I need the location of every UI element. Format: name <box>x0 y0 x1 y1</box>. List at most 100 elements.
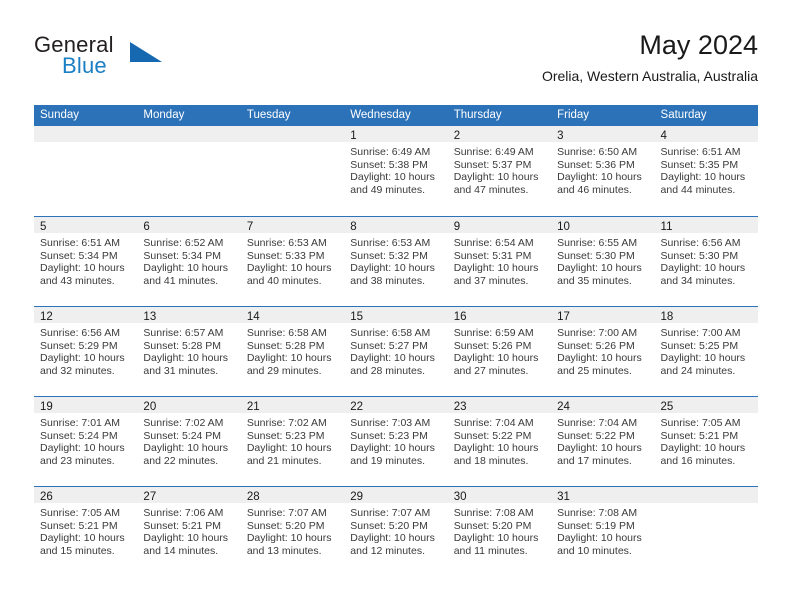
calendar-day-cell[interactable]: 26 Sunrise: 7:05 AM Sunset: 5:21 PM Dayligh… <box>34 487 138 576</box>
calendar-day-cell[interactable]: 29 Sunrise: 7:07 AM Sunset: 5:20 PM Dayligh… <box>344 487 448 576</box>
day-info: Sunrise: 6:49 AM Sunset: 5:37 PM Daylight:… <box>448 142 551 196</box>
weekday-header-sunday: Sunday <box>40 109 80 121</box>
calendar-weeks: 1 Sunrise: 6:49 AM Sunset: 5:38 PM Daylight… <box>34 126 758 576</box>
daylight-text: Daylight: 10 hours and 34 minutes. <box>660 262 746 287</box>
daylight-text: Daylight: 10 hours and 14 minutes. <box>143 532 229 557</box>
daylight-text: Daylight: 10 hours and 16 minutes. <box>660 442 746 467</box>
calendar-day-cell[interactable]: 22 Sunrise: 7:03 AM Sunset: 5:23 PM Dayligh… <box>344 397 448 486</box>
calendar-day-cell[interactable]: 15 Sunrise: 6:58 AM Sunset: 5:27 PM Dayligh… <box>344 307 448 396</box>
day-number: 29 <box>350 491 364 503</box>
day-info: Sunrise: 7:05 AM Sunset: 5:21 PM Daylight:… <box>655 413 758 467</box>
sunset-text: Sunset: 5:21 PM <box>40 519 118 532</box>
brand-logo[interactable]: General Blue <box>34 32 254 88</box>
calendar-day-cell[interactable]: 8 Sunrise: 6:53 AM Sunset: 5:32 PM Daylight… <box>344 217 448 306</box>
calendar-day-cell-empty <box>34 126 138 216</box>
calendar-day-cell[interactable]: 13 Sunrise: 6:57 AM Sunset: 5:28 PM Dayligh… <box>137 307 241 396</box>
sunset-text: Sunset: 5:33 PM <box>246 249 325 262</box>
sunset-text: Sunset: 5:19 PM <box>557 519 635 532</box>
day-info: Sunrise: 7:08 AM Sunset: 5:19 PM Daylight:… <box>551 503 654 557</box>
day-number: 27 <box>143 491 157 503</box>
day-number-band: 15 <box>344 307 448 323</box>
day-number: 24 <box>557 401 570 413</box>
daylight-text: Daylight: 10 hours and 38 minutes. <box>350 262 435 287</box>
day-number-band: 24 <box>551 397 655 413</box>
day-number-band: 19 <box>34 397 138 413</box>
day-number-band <box>654 487 758 503</box>
day-number-band: 23 <box>447 397 552 413</box>
day-number: 9 <box>453 221 461 233</box>
day-info: Sunrise: 6:59 AM Sunset: 5:26 PM Daylight:… <box>448 323 551 377</box>
sunrise-text: Sunrise: 7:08 AM <box>453 507 534 519</box>
calendar-day-cell[interactable]: 20 Sunrise: 7:02 AM Sunset: 5:24 PM Dayligh… <box>137 397 241 486</box>
title-block: May 2024 Orelia, Western Australia, Aust… <box>542 28 758 85</box>
day-number-band: 13 <box>137 307 241 323</box>
day-info: Sunrise: 6:51 AM Sunset: 5:34 PM Daylight:… <box>34 233 137 287</box>
calendar-day-cell[interactable]: 11 Sunrise: 6:56 AM Sunset: 5:30 PM Dayligh… <box>654 217 758 306</box>
day-info: Sunrise: 6:55 AM Sunset: 5:30 PM Daylight:… <box>551 233 654 287</box>
calendar-day-cell[interactable]: 25 Sunrise: 7:05 AM Sunset: 5:21 PM Dayligh… <box>654 397 758 486</box>
sunset-text: Sunset: 5:21 PM <box>143 519 222 532</box>
calendar-day-cell[interactable]: 19 Sunrise: 7:01 AM Sunset: 5:24 PM Dayligh… <box>34 397 138 486</box>
sunrise-text: Sunrise: 6:49 AM <box>453 146 534 158</box>
weekday-header-thursday: Thursday <box>453 109 502 121</box>
day-number: 5 <box>40 221 47 233</box>
sunset-text: Sunset: 5:23 PM <box>246 429 325 442</box>
day-number-band <box>240 126 345 142</box>
sunset-text: Sunset: 5:37 PM <box>453 158 532 171</box>
sunrise-text: Sunrise: 7:07 AM <box>350 507 431 519</box>
calendar-day-cell[interactable]: 17 Sunrise: 7:00 AM Sunset: 5:26 PM Dayligh… <box>551 307 655 396</box>
day-info: Sunrise: 7:01 AM Sunset: 5:24 PM Daylight:… <box>34 413 137 467</box>
calendar-day-cell[interactable]: 6 Sunrise: 6:52 AM Sunset: 5:34 PM Daylight… <box>137 217 241 306</box>
daylight-text: Daylight: 10 hours and 40 minutes. <box>246 262 332 287</box>
calendar-day-cell[interactable]: 12 Sunrise: 6:56 AM Sunset: 5:29 PM Dayligh… <box>34 307 138 396</box>
calendar-day-cell[interactable]: 24 Sunrise: 7:04 AM Sunset: 5:22 PM Dayligh… <box>551 397 655 486</box>
calendar-day-cell[interactable]: 21 Sunrise: 7:02 AM Sunset: 5:23 PM Dayligh… <box>240 397 345 486</box>
calendar-day-cell[interactable]: 18 Sunrise: 7:00 AM Sunset: 5:25 PM Dayligh… <box>654 307 758 396</box>
calendar-day-cell[interactable]: 30 Sunrise: 7:08 AM Sunset: 5:20 PM Dayligh… <box>447 487 552 576</box>
sunrise-text: Sunrise: 6:49 AM <box>350 146 431 158</box>
day-number-band: 4 <box>654 126 758 142</box>
day-number-band: 28 <box>240 487 345 503</box>
day-info: Sunrise: 6:49 AM Sunset: 5:38 PM Daylight:… <box>344 142 447 196</box>
day-info: Sunrise: 7:03 AM Sunset: 5:23 PM Daylight:… <box>344 413 447 467</box>
brand-name-blue: Blue <box>62 53 107 78</box>
day-number: 1 <box>350 130 357 142</box>
calendar-day-cell[interactable]: 16 Sunrise: 6:59 AM Sunset: 5:26 PM Dayligh… <box>447 307 552 396</box>
calendar-day-cell[interactable]: 7 Sunrise: 6:53 AM Sunset: 5:33 PM Daylight… <box>240 217 345 306</box>
calendar-day-cell[interactable]: 2 Sunrise: 6:49 AM Sunset: 5:37 PM Daylight… <box>447 126 552 216</box>
day-number: 23 <box>453 401 467 413</box>
day-number: 12 <box>40 311 53 323</box>
calendar-day-cell[interactable]: 28 Sunrise: 7:07 AM Sunset: 5:20 PM Dayligh… <box>240 487 345 576</box>
calendar-day-cell-empty <box>137 126 241 216</box>
daylight-text: Daylight: 10 hours and 28 minutes. <box>350 352 435 377</box>
daylight-text: Daylight: 10 hours and 12 minutes. <box>350 532 435 557</box>
calendar-day-cell[interactable]: 4 Sunrise: 6:51 AM Sunset: 5:35 PM Daylight… <box>654 126 758 216</box>
calendar-day-cell[interactable]: 14 Sunrise: 6:58 AM Sunset: 5:28 PM Dayligh… <box>240 307 345 396</box>
day-info: Sunrise: 6:58 AM Sunset: 5:27 PM Daylight:… <box>344 323 447 377</box>
daylight-text: Daylight: 10 hours and 24 minutes. <box>660 352 746 377</box>
daylight-text: Daylight: 10 hours and 41 minutes. <box>143 262 229 287</box>
sunset-text: Sunset: 5:29 PM <box>40 339 118 352</box>
daylight-text: Daylight: 10 hours and 13 minutes. <box>246 532 332 557</box>
day-number-band: 5 <box>34 217 138 233</box>
day-number-band: 31 <box>551 487 655 503</box>
calendar-day-cell[interactable]: 5 Sunrise: 6:51 AM Sunset: 5:34 PM Daylight… <box>34 217 138 306</box>
weekday-header-tuesday: Tuesday <box>246 109 291 121</box>
calendar-day-cell[interactable]: 31 Sunrise: 7:08 AM Sunset: 5:19 PM Dayligh… <box>551 487 655 576</box>
calendar-day-cell[interactable]: 10 Sunrise: 6:55 AM Sunset: 5:30 PM Dayligh… <box>551 217 655 306</box>
calendar-day-cell[interactable]: 27 Sunrise: 7:06 AM Sunset: 5:21 PM Dayligh… <box>137 487 241 576</box>
day-info: Sunrise: 6:52 AM Sunset: 5:34 PM Daylight:… <box>137 233 240 287</box>
day-number: 18 <box>660 311 674 323</box>
calendar-day-cell[interactable]: 23 Sunrise: 7:04 AM Sunset: 5:22 PM Dayligh… <box>447 397 552 486</box>
sunrise-text: Sunrise: 6:58 AM <box>246 327 327 339</box>
daylight-text: Daylight: 10 hours and 31 minutes. <box>143 352 229 377</box>
day-number-band: 11 <box>654 217 758 233</box>
calendar-day-cell[interactable]: 1 Sunrise: 6:49 AM Sunset: 5:38 PM Daylight… <box>344 126 448 216</box>
calendar-day-cell[interactable]: 3 Sunrise: 6:50 AM Sunset: 5:36 PM Daylight… <box>551 126 655 216</box>
sunset-text: Sunset: 5:24 PM <box>40 429 118 442</box>
daylight-text: Daylight: 10 hours and 43 minutes. <box>40 262 125 287</box>
day-number: 21 <box>246 401 260 413</box>
sunset-text: Sunset: 5:25 PM <box>660 339 739 352</box>
calendar-day-cell[interactable]: 9 Sunrise: 6:54 AM Sunset: 5:31 PM Daylight… <box>447 217 552 306</box>
sunrise-text: Sunrise: 6:56 AM <box>660 237 741 249</box>
